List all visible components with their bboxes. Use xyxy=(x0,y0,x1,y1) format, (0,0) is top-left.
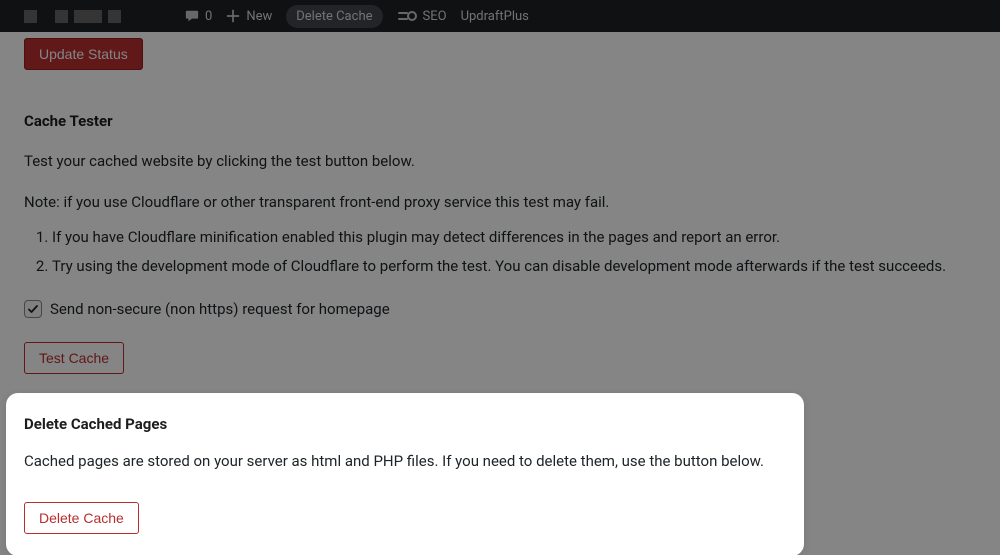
delete-cached-pages-popup: Delete Cached Pages Cached pages are sto… xyxy=(6,393,804,555)
popup-title: Delete Cached Pages xyxy=(24,415,786,433)
delete-cache-button[interactable]: Delete Cache xyxy=(24,502,139,534)
popup-body: Cached pages are stored on your server a… xyxy=(24,451,786,472)
